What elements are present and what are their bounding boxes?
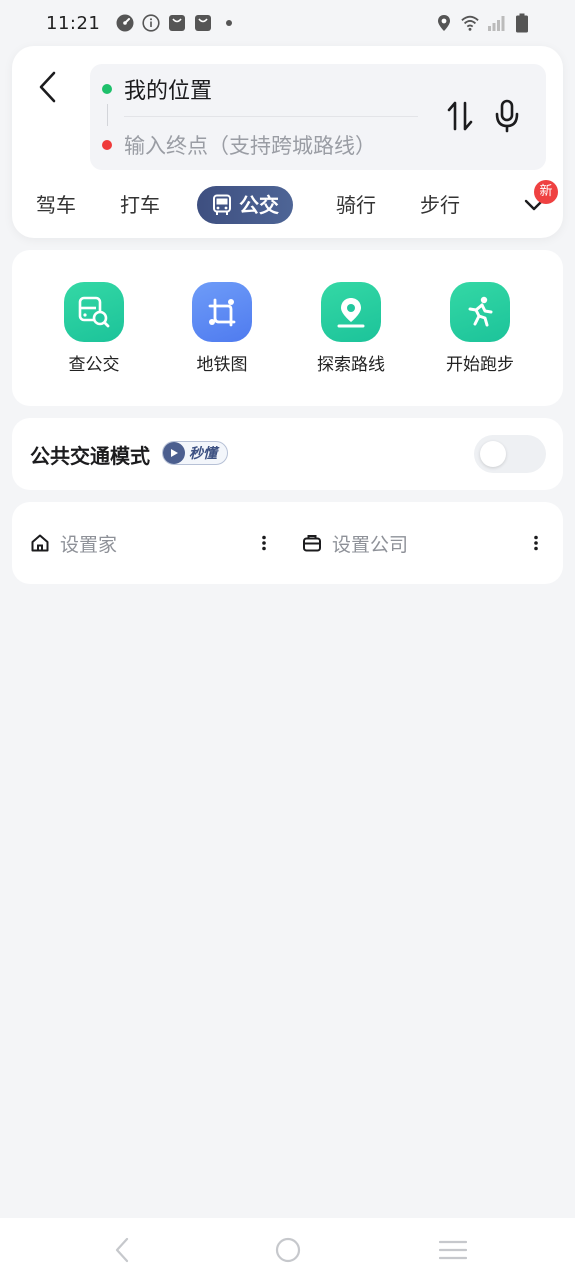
nav-home-button[interactable] bbox=[268, 1236, 308, 1264]
saved-places-card: 设置家 设置公司 bbox=[12, 502, 563, 584]
signal-icon bbox=[487, 14, 505, 32]
quick-action-label: 地铁图 bbox=[196, 355, 248, 375]
quick-action-label: 查公交 bbox=[68, 355, 120, 375]
more-vertical-icon bbox=[534, 535, 538, 551]
start-dot-icon bbox=[102, 84, 112, 94]
input-divider bbox=[124, 116, 418, 117]
quick-action-label: 探索路线 bbox=[317, 355, 385, 375]
tab-drive[interactable]: 驾车 bbox=[36, 190, 76, 220]
wifi-icon bbox=[461, 14, 479, 32]
destination-placeholder: 输入终点（支持跨城路线） bbox=[124, 134, 376, 158]
speedometer-icon bbox=[116, 14, 134, 32]
status-time: 11:21 bbox=[46, 12, 101, 34]
shopping-bag-icon bbox=[168, 14, 186, 32]
swap-button[interactable] bbox=[446, 98, 474, 134]
status-system-icons bbox=[435, 13, 531, 33]
location-icon bbox=[435, 14, 453, 32]
set-home-button[interactable]: 设置家 bbox=[30, 526, 117, 560]
dot-icon bbox=[220, 14, 238, 32]
nav-recents-button[interactable] bbox=[433, 1236, 473, 1264]
running-icon bbox=[450, 282, 510, 342]
quick-action-start-running[interactable]: 开始跑步 bbox=[430, 282, 530, 375]
quick-action-label: 开始跑步 bbox=[446, 355, 514, 375]
quick-guide-badge[interactable]: 秒懂 bbox=[162, 441, 228, 465]
swap-arrows-icon bbox=[447, 101, 473, 131]
set-home-label: 设置家 bbox=[60, 533, 118, 556]
new-badge: 新 bbox=[534, 180, 558, 204]
explore-route-icon bbox=[321, 282, 381, 342]
nav-home-icon bbox=[275, 1237, 301, 1263]
tab-transit-label: 公交 bbox=[239, 193, 279, 217]
briefcase-icon bbox=[303, 535, 321, 552]
tab-cycling[interactable]: 骑行 bbox=[336, 190, 376, 220]
bus-search-icon bbox=[64, 282, 124, 342]
info-icon bbox=[142, 14, 160, 32]
route-input-box: 我的位置 输入终点（支持跨城路线） bbox=[90, 64, 546, 170]
shopping-bag-icon bbox=[194, 14, 212, 32]
status-bar: 11:21 bbox=[0, 0, 575, 46]
voice-input-button[interactable] bbox=[492, 98, 522, 134]
tab-taxi[interactable]: 打车 bbox=[120, 190, 160, 220]
back-arrow-icon bbox=[39, 71, 56, 103]
destination-field[interactable]: 输入终点（支持跨城路线） bbox=[102, 126, 376, 164]
battery-icon bbox=[513, 13, 531, 33]
route-search-card: 我的位置 输入终点（支持跨城路线） 驾车 打车 公交 骑行 步行 新 bbox=[12, 46, 563, 238]
transit-mode-card: 公共交通模式 秒懂 bbox=[12, 418, 563, 490]
system-nav-bar bbox=[0, 1218, 575, 1280]
company-more-button[interactable] bbox=[526, 528, 546, 558]
back-button[interactable] bbox=[32, 70, 62, 104]
nav-back-icon bbox=[115, 1237, 129, 1263]
quick-action-explore-route[interactable]: 探索路线 bbox=[301, 282, 401, 375]
quick-actions-card: 查公交 地铁图 探索路线 开始跑步 bbox=[12, 250, 563, 406]
travel-mode-tabs: 驾车 打车 公交 骑行 步行 新 bbox=[12, 180, 563, 226]
bus-icon bbox=[213, 194, 231, 215]
quick-action-bus-search[interactable]: 查公交 bbox=[44, 282, 144, 375]
route-connector bbox=[107, 104, 108, 126]
quick-action-subway-map[interactable]: 地铁图 bbox=[172, 282, 272, 375]
tab-transit[interactable]: 公交 bbox=[197, 186, 293, 224]
start-location-field[interactable]: 我的位置 bbox=[102, 70, 212, 108]
home-icon bbox=[31, 534, 49, 552]
transit-mode-toggle[interactable] bbox=[474, 435, 546, 473]
play-icon bbox=[163, 442, 185, 464]
more-vertical-icon bbox=[262, 535, 266, 551]
subway-map-icon bbox=[192, 282, 252, 342]
toggle-knob bbox=[480, 441, 506, 467]
set-company-label: 设置公司 bbox=[332, 533, 409, 556]
tab-walking[interactable]: 步行 bbox=[420, 190, 460, 220]
nav-menu-icon bbox=[439, 1240, 467, 1260]
start-location-text: 我的位置 bbox=[124, 79, 213, 104]
status-notifications bbox=[116, 14, 238, 32]
quick-guide-label: 秒懂 bbox=[189, 446, 217, 462]
transit-mode-title: 公共交通模式 bbox=[30, 444, 150, 468]
set-company-button[interactable]: 设置公司 bbox=[302, 526, 408, 560]
end-dot-icon bbox=[102, 140, 112, 150]
nav-back-button[interactable] bbox=[102, 1236, 142, 1264]
microphone-icon bbox=[495, 99, 519, 133]
home-more-button[interactable] bbox=[254, 528, 274, 558]
